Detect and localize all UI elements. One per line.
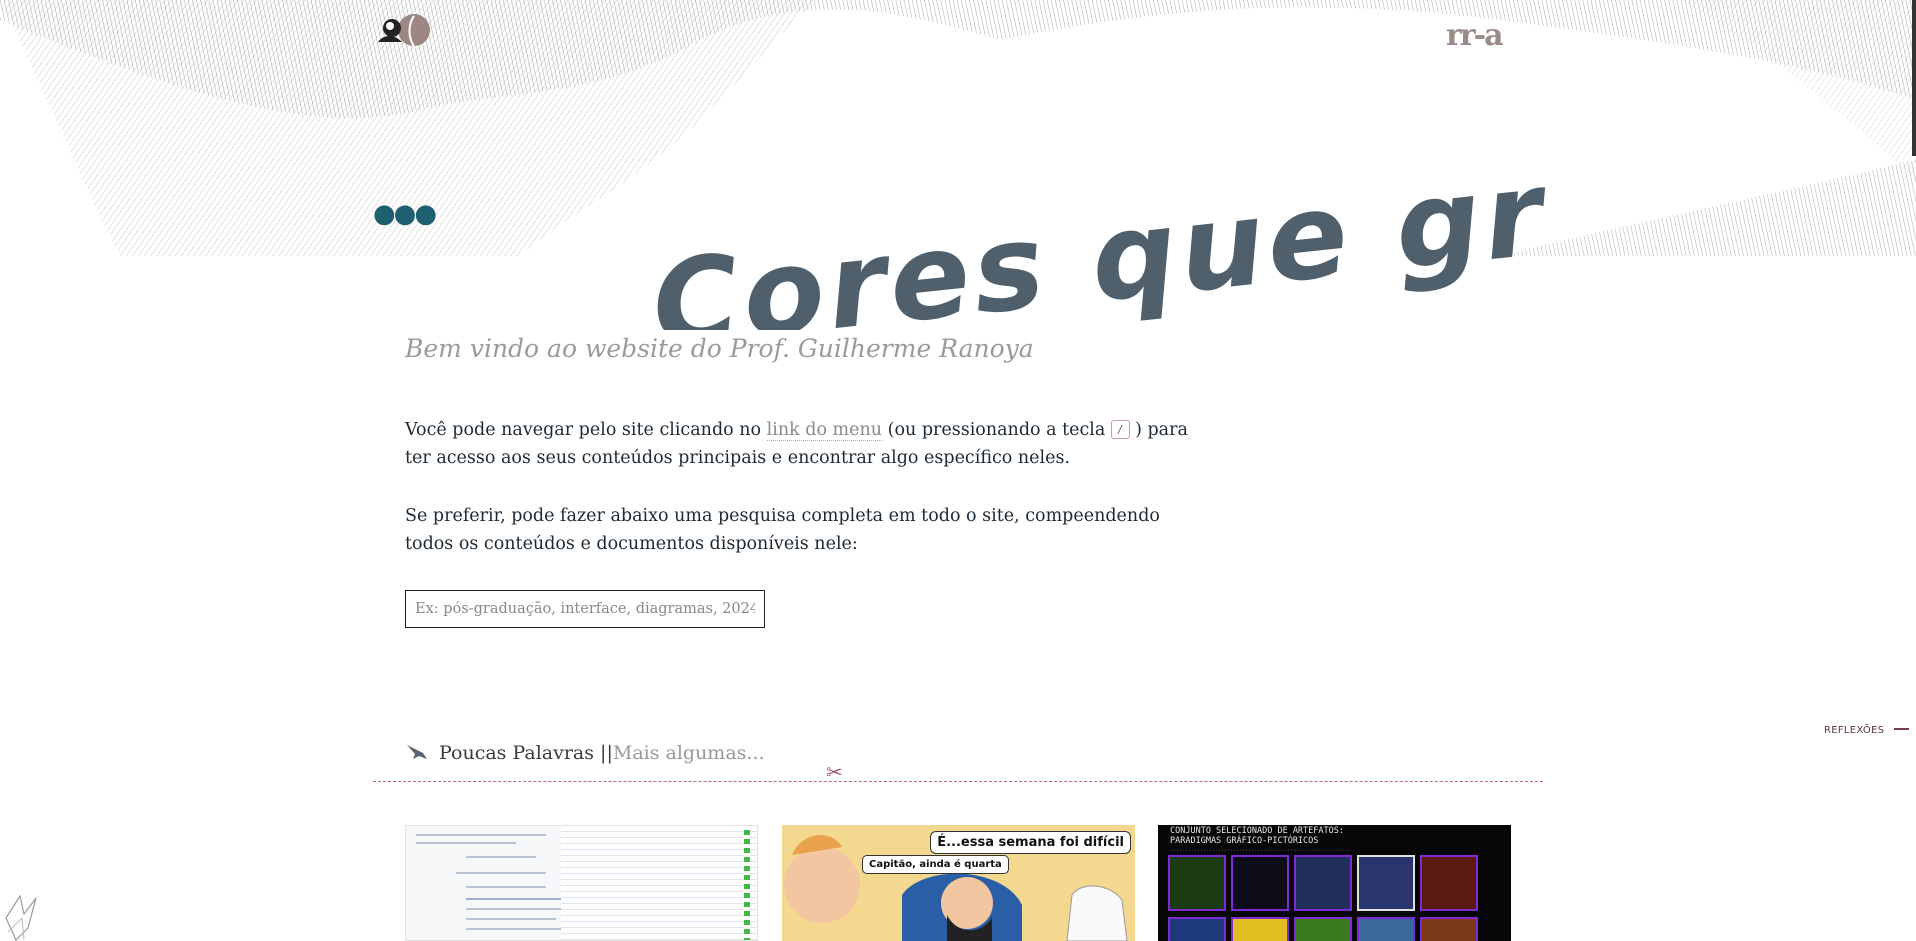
site-logo[interactable] — [372, 12, 432, 52]
side-nav-reflexoes[interactable]: REFLEXÕES — [1824, 725, 1910, 736]
section-more-link[interactable]: Mais algumas... — [613, 742, 765, 764]
menu-icon[interactable]: ●●● — [373, 201, 437, 227]
gallery-thumb[interactable] — [1294, 855, 1352, 911]
hero-title-text: Cores que gritam — [648, 140, 1548, 330]
gallery-thumb[interactable] — [1420, 855, 1478, 911]
intro-text-2: (ou pressionando a tecla — [882, 420, 1111, 440]
gallery-thumb[interactable] — [1168, 855, 1226, 911]
hero-subtitle: Bem vindo ao website do Prof. Guilherme … — [405, 334, 1034, 363]
gallery-thumb[interactable] — [1231, 855, 1289, 911]
gallery-thumb[interactable] — [1357, 917, 1415, 941]
scrollbar-thumb[interactable] — [1912, 0, 1916, 156]
side-nav-indicator — [1894, 728, 1910, 730]
post-card-gallery[interactable]: CONJUNTO SELECIONADO DE ARTEFATOS: PARAD… — [1158, 825, 1511, 941]
status-column — [744, 830, 750, 940]
spreadsheet-table — [561, 826, 757, 940]
side-nav-label: REFLEXÕES — [1824, 725, 1885, 736]
gallery-thumb[interactable] — [1294, 917, 1352, 941]
partner-logo[interactable]: rr-a — [1446, 18, 1503, 53]
paper-bird-icon — [5, 894, 37, 941]
slash-key-hint: / — [1110, 420, 1130, 439]
gallery-heading: CONJUNTO SELECIONADO DE ARTEFATOS: PARAD… — [1170, 826, 1344, 846]
comic-bubble-left: Capitão, ainda é quarta — [862, 855, 1009, 874]
intro-paragraph-2: Se preferir, pode fazer abaixo uma pesqu… — [405, 506, 1160, 554]
intro-text-1: Você pode navegar pelo site clicando no — [405, 420, 767, 440]
intro-paragraph-1: Você pode navegar pelo site clicando no … — [405, 416, 1205, 472]
scissors-icon: ✂ — [826, 760, 843, 784]
gallery-thumb[interactable] — [1231, 917, 1289, 941]
section-divider — [373, 781, 1543, 782]
post-card-spreadsheet[interactable] — [405, 825, 758, 941]
menu-link[interactable]: link do menu — [766, 420, 883, 441]
post-card-comic[interactable]: É...essa semana foi difícil Capitão, ain… — [782, 825, 1135, 941]
section-separator: || — [594, 742, 613, 764]
section-title: Poucas Palavras — [439, 742, 595, 764]
hero-title: Cores que gritam — [648, 140, 1548, 330]
bird-icon — [407, 745, 427, 759]
gallery-thumb[interactable] — [1168, 917, 1226, 941]
site-search-input[interactable] — [405, 590, 765, 628]
gallery-subtext: ········································… — [1170, 848, 1351, 854]
gallery-thumb[interactable] — [1357, 855, 1415, 911]
gallery-thumb[interactable] — [1420, 917, 1478, 941]
comic-bubble-top: É...essa semana foi difícil — [930, 831, 1131, 854]
